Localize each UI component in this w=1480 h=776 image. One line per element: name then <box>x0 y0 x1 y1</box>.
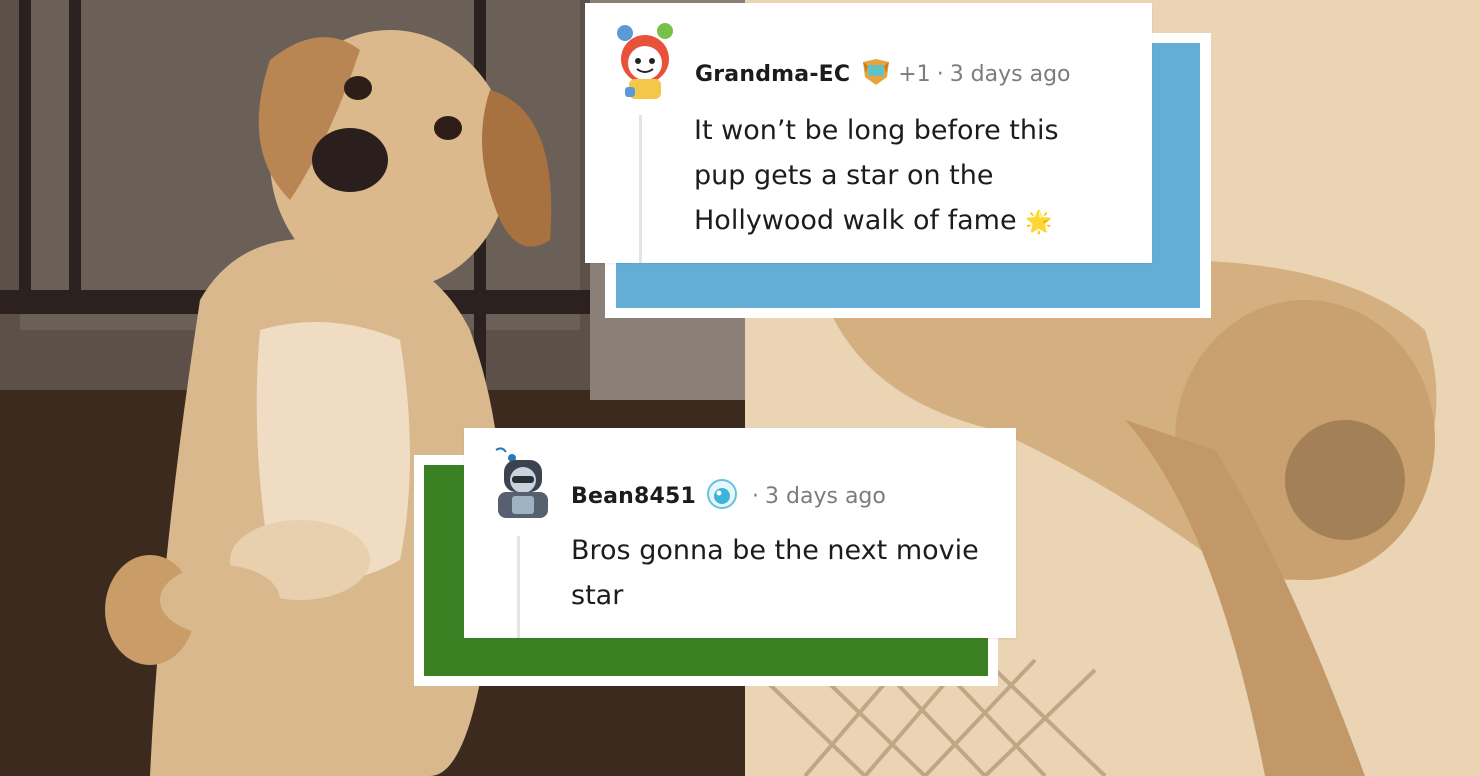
bubble-badge-icon <box>706 478 738 514</box>
comment-2-username[interactable]: Bean8451 <box>571 484 696 509</box>
comment-1-avatar-icon[interactable] <box>615 21 677 103</box>
comment-card-2: Bean8451 · 3 days ago Bros gonna be the … <box>414 428 1016 686</box>
comment-2-thread-line[interactable] <box>517 536 520 638</box>
comment-1-karma: +1 <box>898 61 931 87</box>
achievement-badge-icon <box>860 57 892 91</box>
comment-1-header: Grandma-EC +1 · 3 days ago <box>695 57 1071 91</box>
comment-2-text: Bros gonna be the next movie star <box>571 535 979 611</box>
comment-1-body: It won’t be long before this pup gets a … <box>694 108 1094 245</box>
star-emoji-icon: 🌟 <box>1025 210 1053 235</box>
comment-2: Bean8451 · 3 days ago Bros gonna be the … <box>464 428 1016 638</box>
comment-1: Grandma-EC +1 · 3 days ago It won’t be l… <box>585 3 1152 263</box>
comment-2-separator: · <box>752 483 760 509</box>
comment-1-username[interactable]: Grandma-EC <box>695 62 850 87</box>
comment-1-separator: · <box>936 61 944 87</box>
comment-1-timestamp[interactable]: 3 days ago <box>950 62 1071 87</box>
comment-2-timestamp[interactable]: 3 days ago <box>765 484 886 509</box>
comment-2-avatar-icon[interactable] <box>492 446 554 522</box>
comment-1-thread-line[interactable] <box>639 115 642 263</box>
comment-card-1: Grandma-EC +1 · 3 days ago It won’t be l… <box>585 3 1211 318</box>
comment-2-header: Bean8451 · 3 days ago <box>571 478 886 514</box>
comment-2-body: Bros gonna be the next movie star <box>571 528 991 618</box>
comment-1-text: It won’t be long before this pup gets a … <box>694 115 1059 236</box>
